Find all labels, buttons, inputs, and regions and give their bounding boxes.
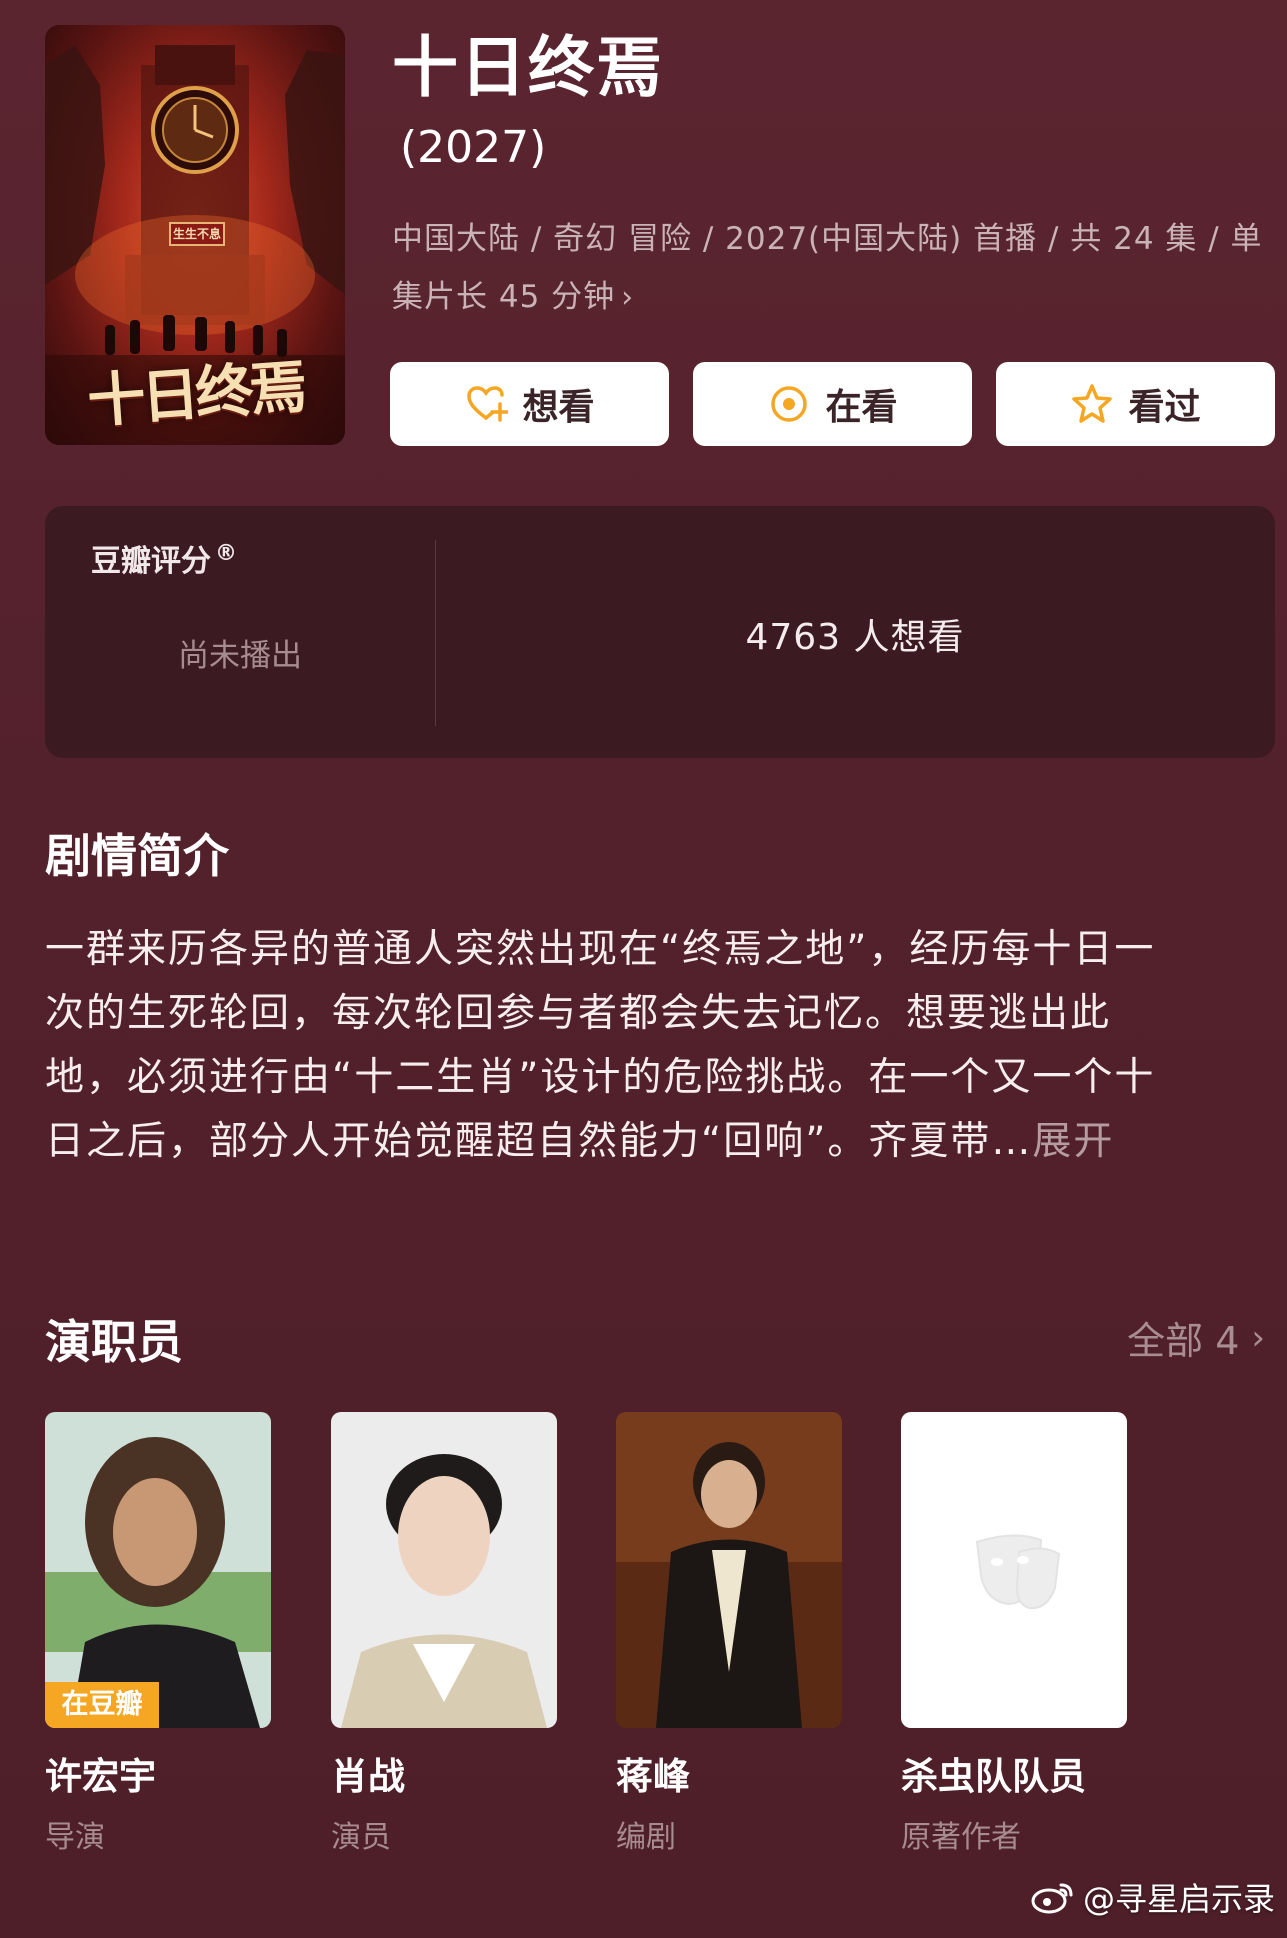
cast-photo: 在豆瓣 bbox=[45, 1412, 271, 1728]
target-circle-icon bbox=[767, 382, 811, 426]
cast-member-card[interactable]: 在豆瓣 许宏宇 导演 bbox=[45, 1412, 271, 1856]
show-title: 十日终焉 bbox=[392, 29, 664, 106]
rating-status: 尚未播出 bbox=[178, 638, 302, 674]
see-all-cast-link[interactable]: 全部 4 › bbox=[1127, 1310, 1265, 1365]
want-count: 4763 人想看 bbox=[745, 617, 965, 658]
douban-tag-badge: 在豆瓣 bbox=[45, 1682, 159, 1728]
cast-role: 原著作者 bbox=[901, 1820, 1021, 1855]
watched-button[interactable]: 看过 bbox=[996, 362, 1275, 446]
portrait-illustration bbox=[331, 1412, 557, 1728]
cast-role: 导演 bbox=[45, 1820, 105, 1855]
cast-photo bbox=[616, 1412, 842, 1728]
watching-button-label: 在看 bbox=[825, 387, 898, 428]
registered-mark: ® bbox=[215, 541, 237, 566]
weibo-watermark: @寻星启示录 bbox=[1031, 1874, 1275, 1920]
watched-button-label: 看过 bbox=[1128, 387, 1201, 428]
cast-name: 杀虫队队员 bbox=[901, 1755, 1086, 1798]
watermark-text: @寻星启示录 bbox=[1082, 1880, 1275, 1918]
show-poster[interactable]: 生生不息 十日终焉 bbox=[45, 25, 345, 445]
cast-member-card[interactable]: 杀虫队队员 原著作者 bbox=[901, 1412, 1127, 1856]
theater-masks-icon bbox=[975, 1534, 1061, 1610]
rating-label: 豆瓣评分 ® bbox=[91, 536, 237, 580]
cast-member-card[interactable]: 肖战 演员 bbox=[331, 1412, 557, 1856]
see-all-label: 全部 4 bbox=[1127, 1319, 1240, 1363]
cast-role: 演员 bbox=[331, 1820, 391, 1855]
rating-card[interactable]: 豆瓣评分 ® 尚未播出 4763 人想看 bbox=[45, 506, 1275, 758]
heart-plus-icon bbox=[464, 382, 511, 426]
chevron-right-icon: › bbox=[621, 280, 635, 315]
want-button[interactable]: 想看 bbox=[390, 362, 669, 446]
portrait-illustration bbox=[45, 1412, 271, 1728]
cast-photo bbox=[331, 1412, 557, 1728]
synopsis-line-last: 日之后，部分人开始觉醒超自然能力“回响”。齐夏带…展开 bbox=[45, 1110, 1285, 1174]
weibo-icon bbox=[1031, 1883, 1073, 1914]
poster-plaque: 生生不息 bbox=[169, 222, 225, 246]
show-meta-text: 中国大陆 / 奇幻 冒险 / 2027(中国大陆) 首播 / 共 24 集 / … bbox=[392, 221, 1263, 315]
synopsis-line: 次的生死轮回，每次轮回参与者都会失去记忆。想要逃出此 bbox=[45, 991, 1112, 1036]
synopsis-line-text: 日之后，部分人开始觉醒超自然能力“回响”。齐夏带… bbox=[45, 1119, 1033, 1164]
synopsis-line: 一群来历各异的普通人突然出现在“终焉之地”，经历每十日一 bbox=[45, 927, 1156, 972]
cast-heading: 演职员 bbox=[45, 1315, 183, 1369]
cast-name: 许宏宇 bbox=[45, 1755, 156, 1798]
synopsis-heading: 剧情简介 bbox=[45, 829, 229, 883]
synopsis-line: 地，必须进行由“十二生肖”设计的危险挑战。在一个又一个十 bbox=[45, 1055, 1156, 1100]
rating-label-text: 豆瓣评分 bbox=[91, 544, 211, 579]
action-buttons: 想看 在看 看过 bbox=[390, 362, 1275, 446]
cast-name: 肖战 bbox=[331, 1755, 405, 1798]
show-year: (2027) bbox=[400, 122, 547, 173]
cast-photo-placeholder bbox=[901, 1412, 1127, 1728]
portrait-illustration bbox=[616, 1412, 842, 1728]
expand-link[interactable]: 展开 bbox=[1032, 1119, 1114, 1164]
watching-button[interactable]: 在看 bbox=[693, 362, 972, 446]
show-meta[interactable]: 中国大陆 / 奇幻 冒险 / 2027(中国大陆) 首播 / 共 24 集 / … bbox=[392, 210, 1272, 327]
chevron-right-icon: › bbox=[1251, 1317, 1265, 1358]
star-outline-icon bbox=[1070, 382, 1114, 426]
cast-name: 蒋峰 bbox=[616, 1755, 690, 1798]
cast-member-card[interactable]: 蒋峰 编剧 bbox=[616, 1412, 842, 1856]
want-button-label: 想看 bbox=[522, 387, 595, 428]
synopsis-text[interactable]: 一群来历各异的普通人突然出现在“终焉之地”，经历每十日一 次的生死轮回，每次轮回… bbox=[45, 918, 1285, 1174]
cast-role: 编剧 bbox=[616, 1820, 676, 1855]
